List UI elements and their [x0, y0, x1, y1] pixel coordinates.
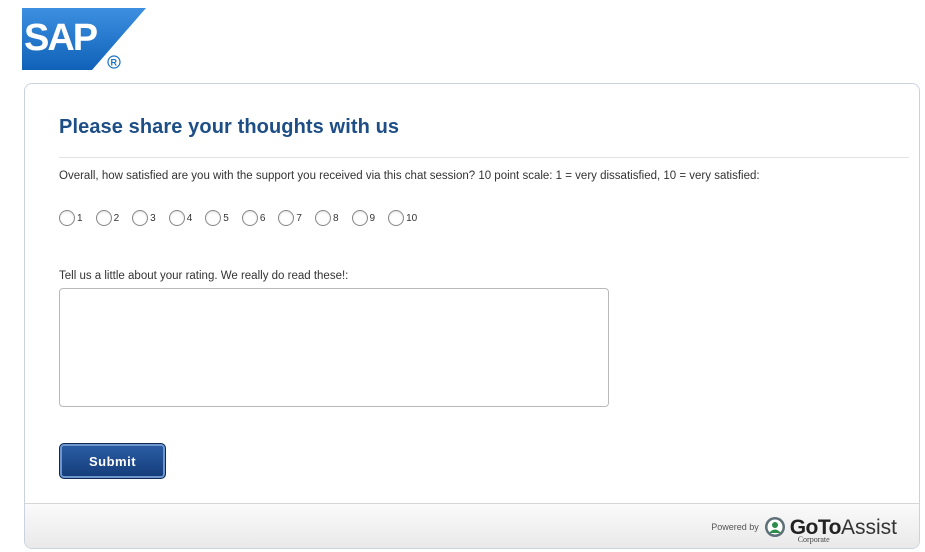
satisfaction-question: Overall, how satisfied are you with the …: [59, 170, 760, 182]
gotoassist-logo-icon: [764, 516, 786, 538]
powered-by-label: Powered by: [711, 522, 759, 532]
divider: [59, 157, 909, 158]
page-title: Please share your thoughts with us: [59, 116, 400, 138]
rating-label: 5: [223, 212, 229, 224]
rating-label: 7: [296, 212, 302, 224]
rating-radio[interactable]: [59, 210, 75, 226]
gotoassist-wordmark: GoToAssist Corporate: [790, 515, 897, 544]
rating-option-3[interactable]: 3: [132, 210, 156, 226]
rating-radio[interactable]: [241, 210, 258, 226]
sap-logo-text: SAP: [24, 17, 98, 59]
rating-label: 6: [259, 212, 266, 224]
rating-radio[interactable]: [278, 210, 295, 226]
rating-radio[interactable]: [351, 210, 368, 226]
comment-textarea[interactable]: [59, 288, 609, 407]
footer: Powered by GoToAssist Corporate: [25, 503, 919, 548]
brand-tier: Corporate: [797, 534, 830, 544]
sap-logo: SAP R: [22, 8, 146, 70]
rating-radio[interactable]: [95, 210, 112, 226]
rating-option-2[interactable]: 2: [95, 210, 120, 226]
rating-radio[interactable]: [388, 210, 405, 226]
rating-label: 3: [150, 212, 156, 224]
rating-option-7[interactable]: 7: [278, 210, 302, 226]
satisfaction-scale: 1 2 3 4 5 6 7 8 9 10: [59, 208, 430, 228]
svg-text:R: R: [111, 58, 118, 68]
rating-radio[interactable]: [132, 210, 149, 226]
rating-option-1[interactable]: 1: [59, 210, 83, 226]
rating-option-9[interactable]: 9: [351, 210, 376, 226]
rating-label: 1: [77, 212, 83, 224]
rating-option-6[interactable]: 6: [241, 210, 266, 226]
rating-radio[interactable]: [205, 210, 222, 226]
feedback-card: Please share your thoughts with us Overa…: [24, 83, 920, 549]
comment-label: Tell us a little about your rating. We r…: [59, 270, 349, 282]
rating-radio[interactable]: [168, 210, 185, 226]
rating-radio[interactable]: [314, 210, 331, 226]
submit-button[interactable]: Submit: [59, 443, 166, 479]
rating-option-8[interactable]: 8: [314, 210, 339, 226]
rating-label: 4: [186, 212, 193, 224]
rating-option-4[interactable]: 4: [168, 210, 193, 226]
rating-option-10[interactable]: 10: [388, 210, 417, 226]
rating-label: 8: [332, 212, 339, 224]
rating-label: 10: [406, 212, 418, 224]
rating-label: 9: [369, 212, 376, 224]
powered-by-branding: Powered by GoToAssist Corporate: [711, 512, 897, 544]
rating-option-5[interactable]: 5: [205, 210, 229, 226]
rating-label: 2: [113, 212, 120, 224]
brand-assist: Assist: [840, 515, 897, 539]
